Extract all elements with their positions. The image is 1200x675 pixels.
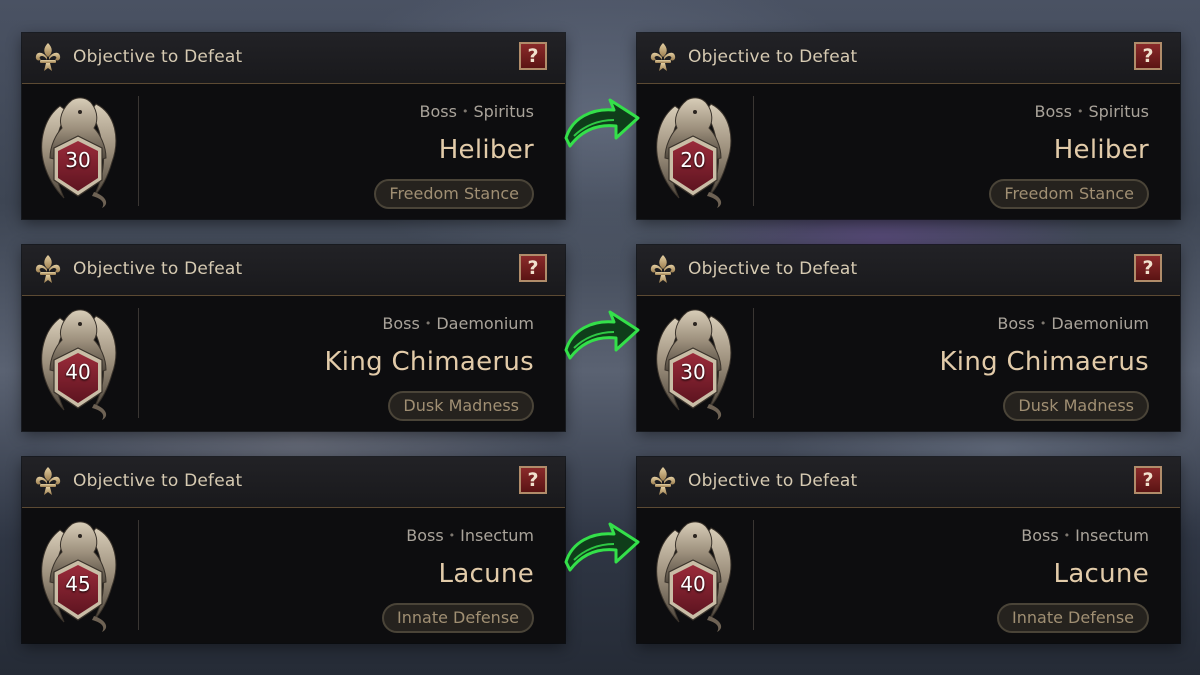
separator-dot: • — [448, 529, 456, 542]
divider — [753, 520, 754, 630]
panel-body: 30 Boss • Spiritus Heliber Freedom Stance — [22, 84, 565, 219]
objective-panel: Objective to Defeat ? 30 Boss • Spiritus H… — [22, 33, 565, 219]
help-button[interactable]: ? — [519, 42, 547, 70]
boss-level: 30 — [680, 360, 706, 384]
fleur-de-lis-icon — [34, 254, 62, 284]
boss-type: Boss — [406, 526, 444, 545]
boss-type: Boss — [1034, 102, 1072, 121]
fleur-de-lis-icon — [649, 42, 677, 72]
panel-title: Objective to Defeat — [688, 471, 858, 491]
boss-faction: Spiritus — [473, 102, 534, 121]
trait-badge[interactable]: Dusk Madness — [388, 391, 534, 421]
green-arrow-icon — [562, 308, 642, 368]
separator-dot: • — [1076, 105, 1084, 118]
divider — [753, 308, 754, 418]
panel-title: Objective to Defeat — [73, 259, 243, 279]
boss-type: Boss — [997, 314, 1035, 333]
help-button[interactable]: ? — [519, 466, 547, 494]
green-arrow-icon — [562, 96, 642, 156]
help-button[interactable]: ? — [1134, 42, 1162, 70]
objective-panel: Objective to Defeat ? 40 Boss • Daemonium … — [22, 245, 565, 431]
boss-category: Boss • Insectum — [406, 526, 534, 545]
boss-name: Lacune — [438, 559, 534, 589]
boss-level: 40 — [680, 572, 706, 596]
boss-level: 45 — [65, 572, 91, 596]
panel-header: Objective to Defeat ? — [22, 33, 565, 84]
boss-category: Boss • Daemonium — [382, 314, 534, 333]
boss-faction: Insectum — [1075, 526, 1149, 545]
trait-badge[interactable]: Innate Defense — [997, 603, 1149, 633]
boss-name: King Chimaerus — [939, 347, 1149, 377]
objective-panel: Objective to Defeat ? 20 Boss • Spiritus H… — [637, 33, 1180, 219]
help-button[interactable]: ? — [1134, 466, 1162, 494]
boss-faction: Spiritus — [1088, 102, 1149, 121]
boss-faction: Daemonium — [436, 314, 534, 333]
panel-header: Objective to Defeat ? — [637, 245, 1180, 296]
boss-faction: Daemonium — [1051, 314, 1149, 333]
help-button[interactable]: ? — [1134, 254, 1162, 282]
boss-faction: Insectum — [460, 526, 534, 545]
boss-name: Heliber — [438, 135, 534, 165]
panel-title: Objective to Defeat — [73, 471, 243, 491]
divider — [753, 96, 754, 206]
objective-panel: Objective to Defeat ? 30 Boss • Daemonium … — [637, 245, 1180, 431]
fleur-de-lis-icon — [649, 254, 677, 284]
boss-name: King Chimaerus — [324, 347, 534, 377]
boss-name: Lacune — [1053, 559, 1149, 589]
boss-type: Boss — [419, 102, 457, 121]
panel-body: 40 Boss • Daemonium King Chimaerus Dusk Ma… — [22, 296, 565, 431]
trait-badge[interactable]: Dusk Madness — [1003, 391, 1149, 421]
panel-body: 40 Boss • Insectum Lacune Innate Defense — [637, 508, 1180, 643]
boss-type: Boss — [1021, 526, 1059, 545]
panel-header: Objective to Defeat ? — [637, 457, 1180, 508]
objective-panel: Objective to Defeat ? 40 Boss • Insectum L… — [637, 457, 1180, 643]
boss-level: 40 — [65, 360, 91, 384]
separator-dot: • — [424, 317, 432, 330]
boss-category: Boss • Spiritus — [1035, 102, 1149, 121]
panel-title: Objective to Defeat — [73, 47, 243, 67]
objective-panel: Objective to Defeat ? 45 Boss • Insectum L… — [22, 457, 565, 643]
fleur-de-lis-icon — [34, 42, 62, 72]
panel-header: Objective to Defeat ? — [637, 33, 1180, 84]
separator-dot: • — [1063, 529, 1071, 542]
boss-category: Boss • Spiritus — [420, 102, 534, 121]
divider — [138, 96, 139, 206]
boss-category: Boss • Insectum — [1021, 526, 1149, 545]
boss-name: Heliber — [1053, 135, 1149, 165]
divider — [138, 308, 139, 418]
boss-level: 30 — [65, 148, 91, 172]
panel-header: Objective to Defeat ? — [22, 457, 565, 508]
panel-header: Objective to Defeat ? — [22, 245, 565, 296]
panel-title: Objective to Defeat — [688, 259, 858, 279]
panel-title: Objective to Defeat — [688, 47, 858, 67]
trait-badge[interactable]: Freedom Stance — [374, 179, 534, 209]
trait-badge[interactable]: Innate Defense — [382, 603, 534, 633]
panel-body: 45 Boss • Insectum Lacune Innate Defense — [22, 508, 565, 643]
boss-level: 20 — [680, 148, 706, 172]
trait-badge[interactable]: Freedom Stance — [989, 179, 1149, 209]
green-arrow-icon — [562, 520, 642, 580]
help-button[interactable]: ? — [519, 254, 547, 282]
divider — [138, 520, 139, 630]
separator-dot: • — [1039, 317, 1047, 330]
boss-type: Boss — [382, 314, 420, 333]
fleur-de-lis-icon — [649, 466, 677, 496]
boss-category: Boss • Daemonium — [997, 314, 1149, 333]
panel-body: 20 Boss • Spiritus Heliber Freedom Stance — [637, 84, 1180, 219]
separator-dot: • — [461, 105, 469, 118]
fleur-de-lis-icon — [34, 466, 62, 496]
panel-body: 30 Boss • Daemonium King Chimaerus Dusk Ma… — [637, 296, 1180, 431]
